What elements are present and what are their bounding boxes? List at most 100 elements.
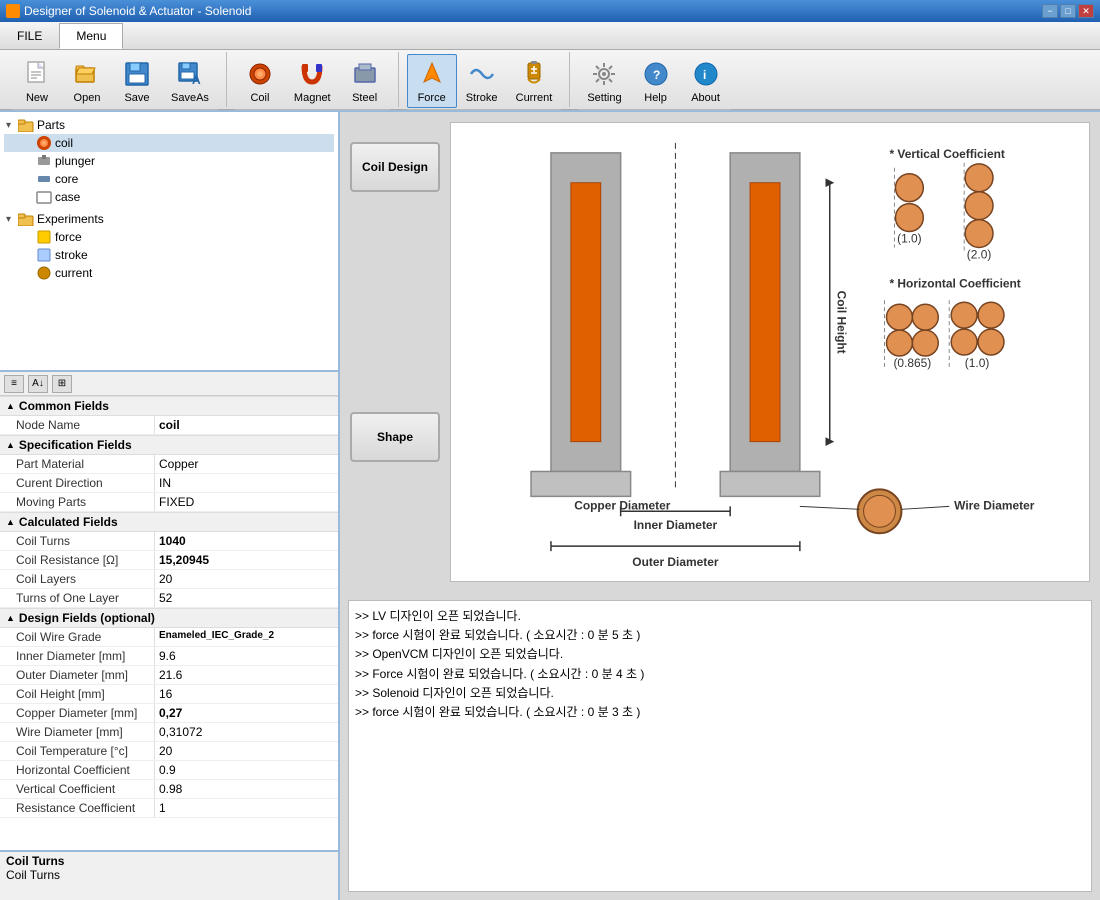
about-button[interactable]: i About [681, 54, 731, 108]
stroke-button[interactable]: Stroke [457, 54, 507, 108]
prop-vert-coeff: Vertical Coefficient 0.98 [0, 780, 338, 799]
save-button[interactable]: Save [112, 54, 162, 108]
current-button[interactable]: Current [507, 54, 562, 108]
coil-temp-value[interactable]: 20 [155, 742, 338, 760]
turns-one-layer-value[interactable]: 52 [155, 589, 338, 607]
svg-text:Copper Diameter: Copper Diameter [574, 498, 671, 512]
force-tree-icon [36, 229, 52, 245]
toolbar: New Open [0, 50, 1100, 110]
tree-item-parts[interactable]: ▾ Parts [4, 116, 334, 134]
setting-label: Setting [587, 92, 621, 104]
force-button[interactable]: Force [407, 54, 457, 108]
node-name-label: Node Name [0, 416, 155, 434]
magnet-button[interactable]: Magnet [285, 54, 340, 108]
coil-turns-value[interactable]: 1040 [155, 532, 338, 550]
vert-coeff-value[interactable]: 0.98 [155, 780, 338, 798]
tree-item-current[interactable]: current [4, 264, 334, 282]
coil-resistance-value[interactable]: 15,20945 [155, 551, 338, 569]
current-dir-value[interactable]: IN [155, 474, 338, 492]
file-menu-tab[interactable]: FILE [0, 23, 59, 49]
title-text: Designer of Solenoid & Actuator - Soleno… [24, 4, 251, 18]
outer-dia-label: Outer Diameter [mm] [0, 666, 155, 684]
coil-height-label: Coil Height [mm] [0, 685, 155, 703]
experiments-label: Experiments [37, 212, 104, 226]
coil-layers-label: Coil Layers [0, 570, 155, 588]
expand-parts: ▾ [6, 120, 18, 131]
coil-height-value[interactable]: 16 [155, 685, 338, 703]
force-icon [416, 58, 448, 90]
tree-item-stroke[interactable]: stroke [4, 246, 334, 264]
about-icon: i [690, 58, 722, 90]
section-specification: ▲ Specification Fields [0, 435, 338, 455]
new-button[interactable]: New [12, 54, 62, 108]
prop-resist-coeff: Resistance Coefficient 1 [0, 799, 338, 818]
coil-resistance-label: Coil Resistance [Ω] [0, 551, 155, 569]
coil-label: coil [55, 136, 73, 150]
inner-dia-value[interactable]: 9.6 [155, 647, 338, 665]
log-line-4: >> Solenoid 디자인이 오픈 되었습니다. [355, 684, 1085, 703]
coil-button[interactable]: Coil [235, 54, 285, 108]
wire-grade-value[interactable]: Enameled_IEC_Grade_2 [155, 628, 338, 646]
wire-dia-value[interactable]: 0,31072 [155, 723, 338, 741]
log-line-5: >> force 시험이 완료 되었습니다. ( 소요시간 : 0 분 3 초 … [355, 703, 1085, 722]
coil-layers-value[interactable]: 20 [155, 570, 338, 588]
coil-design-button[interactable]: Coil Design [350, 142, 440, 192]
part-material-value[interactable]: Copper [155, 455, 338, 473]
svg-text:* Horizontal Coefficient: * Horizontal Coefficient [889, 276, 1020, 290]
tree-item-core[interactable]: core [4, 170, 334, 188]
force-label: Force [418, 92, 446, 104]
outer-dia-value[interactable]: 21.6 [155, 666, 338, 684]
prop-copper-dia: Copper Diameter [mm] 0,27 [0, 704, 338, 723]
current-dir-label: Curent Direction [0, 474, 155, 492]
collapse-design-icon: ▲ [6, 613, 15, 623]
stroke-icon [466, 58, 498, 90]
expand-coil [24, 138, 36, 149]
horiz-coeff-value[interactable]: 0.9 [155, 761, 338, 779]
log-line-1: >> force 시험이 완료 되었습니다. ( 소요시간 : 0 분 5 초 … [355, 626, 1085, 645]
prop-horiz-coeff: Horizontal Coefficient 0.9 [0, 761, 338, 780]
case-label: case [55, 190, 80, 204]
tree-item-experiments[interactable]: ▾ Experiments [4, 210, 334, 228]
status-description: Coil Turns [6, 868, 332, 882]
maximize-button[interactable]: □ [1060, 4, 1076, 18]
svg-text:(1.0): (1.0) [897, 231, 922, 245]
node-name-value[interactable]: coil [155, 416, 338, 434]
setting-button[interactable]: Setting [578, 54, 630, 108]
section-design: ▲ Design Fields (optional) [0, 608, 338, 628]
moving-parts-value[interactable]: FIXED [155, 493, 338, 511]
tree-item-force[interactable]: force [4, 228, 334, 246]
expand-experiments: ▾ [6, 214, 18, 225]
menu-tab[interactable]: Menu [59, 23, 123, 49]
copper-dia-value[interactable]: 0,27 [155, 704, 338, 722]
log-line-2: >> OpenVCM 디자인이 오픈 되었습니다. [355, 645, 1085, 664]
saveas-button[interactable]: A SaveAs [162, 54, 218, 108]
tree-item-coil[interactable]: coil [4, 134, 334, 152]
open-label: Open [74, 92, 101, 104]
parts-label: Parts [37, 118, 65, 132]
svg-text:(0.865): (0.865) [893, 356, 931, 370]
resist-coeff-label: Resistance Coefficient [0, 799, 155, 817]
window-controls: − □ ✕ [1042, 4, 1094, 18]
coil-temp-label: Coil Temperature [°c] [0, 742, 155, 760]
tree-item-case[interactable]: case [4, 188, 334, 206]
design-fields-label: Design Fields (optional) [19, 611, 155, 625]
props-grid-btn[interactable]: ⊞ [52, 375, 72, 393]
resist-coeff-value[interactable]: 1 [155, 799, 338, 817]
tree-item-plunger[interactable]: plunger [4, 152, 334, 170]
coil-diagram: Coil Height Inner Diameter Outer Diamete… [450, 122, 1090, 582]
svg-text:(2.0): (2.0) [967, 247, 992, 261]
steel-button[interactable]: Steel [340, 54, 390, 108]
about-label: About [691, 92, 720, 104]
magnet-label: Magnet [294, 92, 331, 104]
svg-text:Coil Height: Coil Height [835, 291, 849, 354]
help-button[interactable]: ? Help [631, 54, 681, 108]
shape-button[interactable]: Shape [350, 412, 440, 462]
props-sort-btn[interactable]: ≡ [4, 375, 24, 393]
wire-grade-label: Coil Wire Grade [0, 628, 155, 646]
minimize-button[interactable]: − [1042, 4, 1058, 18]
close-button[interactable]: ✕ [1078, 4, 1094, 18]
props-az-btn[interactable]: A↓ [28, 375, 48, 393]
help-label: Help [644, 92, 667, 104]
open-button[interactable]: Open [62, 54, 112, 108]
steel-label: Steel [352, 92, 377, 104]
